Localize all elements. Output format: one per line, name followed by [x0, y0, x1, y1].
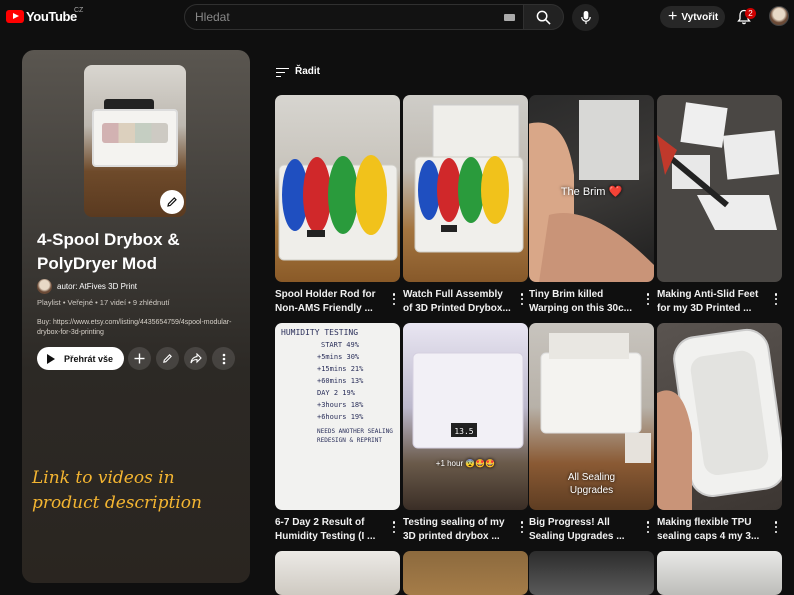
whiteboard-row: +3hours 18% [317, 401, 364, 409]
video-title[interactable]: Making Anti-Slid Feet for my 3D Printed … [657, 288, 769, 316]
video-thumbnail[interactable] [275, 95, 400, 282]
sort-label: Řadit [295, 66, 320, 77]
video-menu-button[interactable] [390, 292, 398, 306]
video-thumbnail[interactable] [529, 551, 654, 595]
plus-icon: + [668, 8, 678, 25]
whiteboard-row: DAY 2 19% [317, 389, 355, 397]
video-title[interactable]: Spool Holder Rod for Non-AMS Friendly ..… [275, 288, 387, 316]
owner-name: autor: AtFives 3D Print [57, 282, 138, 291]
thumbnail-overlay-text: All Sealing Upgrades [567, 472, 616, 496]
search-input[interactable] [185, 5, 485, 29]
video-menu-button[interactable] [644, 520, 652, 534]
tpu-cap-illustration [657, 328, 782, 510]
top-bar: YouTube CZ + Vytvořit 2 [0, 0, 794, 34]
sealing-test-illustration [412, 352, 524, 449]
account-avatar[interactable] [769, 6, 789, 26]
share-button[interactable] [184, 347, 207, 370]
playlist-meta: Playlist • Veřejné • 17 videí • 9 zhlédn… [37, 298, 170, 307]
add-button[interactable] [128, 347, 151, 370]
video-thumbnail[interactable] [403, 551, 528, 595]
more-vertical-icon [222, 353, 225, 364]
video-menu-button[interactable] [772, 520, 780, 534]
more-options-button[interactable] [212, 347, 235, 370]
spool-illustration [278, 155, 398, 261]
pencil-icon [167, 197, 177, 207]
playlist-owner[interactable]: autor: AtFives 3D Print [37, 279, 137, 294]
edit-button[interactable] [156, 347, 179, 370]
video-title[interactable]: Big Progress! All Sealing Upgrades ... [529, 516, 641, 544]
whiteboard-row: +5mins 30% [317, 353, 360, 361]
video-thumbnail[interactable]: 13.5 +1 hour 😨🤩🤩 [403, 323, 528, 510]
plus-icon [134, 353, 145, 364]
video-title[interactable]: Watch Full Assembly of 3D Printed Drybox… [403, 288, 515, 316]
share-icon [189, 353, 202, 364]
sort-button[interactable]: Řadit [276, 66, 320, 77]
video-menu-button[interactable] [644, 292, 652, 306]
search-icon [536, 10, 551, 25]
edit-thumbnail-button[interactable] [160, 190, 184, 214]
search-button[interactable] [523, 4, 564, 30]
video-menu-button[interactable] [518, 520, 526, 534]
whiteboard-row: +60mins 13% [317, 377, 364, 385]
voice-search-button[interactable] [572, 4, 599, 31]
video-thumbnail[interactable]: All Sealing Upgrades [529, 323, 654, 510]
sort-icon [276, 67, 289, 77]
play-all-label: Přehrát vše [64, 353, 114, 364]
thumb-spools [102, 123, 168, 143]
video-menu-button[interactable] [390, 520, 398, 534]
drybox-illustration [414, 104, 524, 253]
pencil-icon [163, 354, 172, 363]
video-thumbnail[interactable] [657, 95, 782, 282]
video-title[interactable]: 6-7 Day 2 Result of Humidity Testing (I … [275, 516, 387, 544]
video-thumbnail[interactable] [657, 551, 782, 595]
playlist-description[interactable]: Buy: https://www.etsy.com/listing/443565… [37, 318, 237, 338]
video-thumbnail[interactable] [403, 95, 528, 282]
country-code: CZ [74, 7, 84, 14]
whiteboard-note: NEEDS ANOTHER SEALING REDESIGN & REPRINT [317, 428, 393, 444]
notification-badge: 2 [745, 8, 756, 19]
owner-avatar [37, 279, 52, 294]
video-menu-button[interactable] [518, 292, 526, 306]
youtube-logo[interactable]: YouTube CZ [6, 7, 83, 24]
video-thumbnail[interactable]: HUMIDITY TESTING START 49% +5mins 30% +1… [275, 323, 400, 510]
feet-illustration [657, 102, 780, 230]
video-menu-button[interactable] [772, 292, 780, 306]
whiteboard-start: START 49% [321, 341, 359, 349]
whiteboard-notes: HUMIDITY TESTING START 49% +5mins 30% +1… [281, 327, 399, 445]
video-thumbnail[interactable] [657, 323, 782, 510]
video-title[interactable]: Tiny Brim killed Warping on this 30c... [529, 288, 641, 316]
logo-text: YouTube [26, 9, 77, 24]
create-label: Vytvořit [681, 11, 719, 23]
whiteboard-row: +15mins 21% [317, 365, 364, 373]
microphone-icon [580, 10, 591, 25]
thumbnail-overlay-text: +1 hour 😨🤩🤩 [435, 459, 496, 468]
keyboard-icon[interactable] [504, 14, 515, 21]
create-button[interactable]: + Vytvořit [660, 6, 725, 28]
play-icon [47, 353, 55, 364]
annotation-text: Link to videos in product description [32, 468, 202, 513]
whiteboard-row: +6hours 19% [317, 413, 364, 421]
youtube-play-icon [6, 10, 24, 23]
play-all-button[interactable]: Přehrát vše [37, 347, 124, 370]
thumbnail-overlay-text: The Brim ❤️ [560, 186, 623, 198]
video-thumbnail[interactable] [275, 551, 400, 595]
search-box [184, 4, 524, 30]
playlist-title: 4-Spool Drybox & PolyDryer Mod [37, 230, 180, 273]
video-title[interactable]: Testing sealing of my 3D printed drybox … [403, 516, 515, 544]
video-title[interactable]: Making flexible TPU sealing caps 4 my 3.… [657, 516, 769, 544]
display-readout: 13.5 [454, 427, 474, 436]
video-thumbnail[interactable]: The Brim ❤️ [529, 95, 654, 282]
whiteboard-heading: HUMIDITY TESTING [281, 328, 359, 337]
